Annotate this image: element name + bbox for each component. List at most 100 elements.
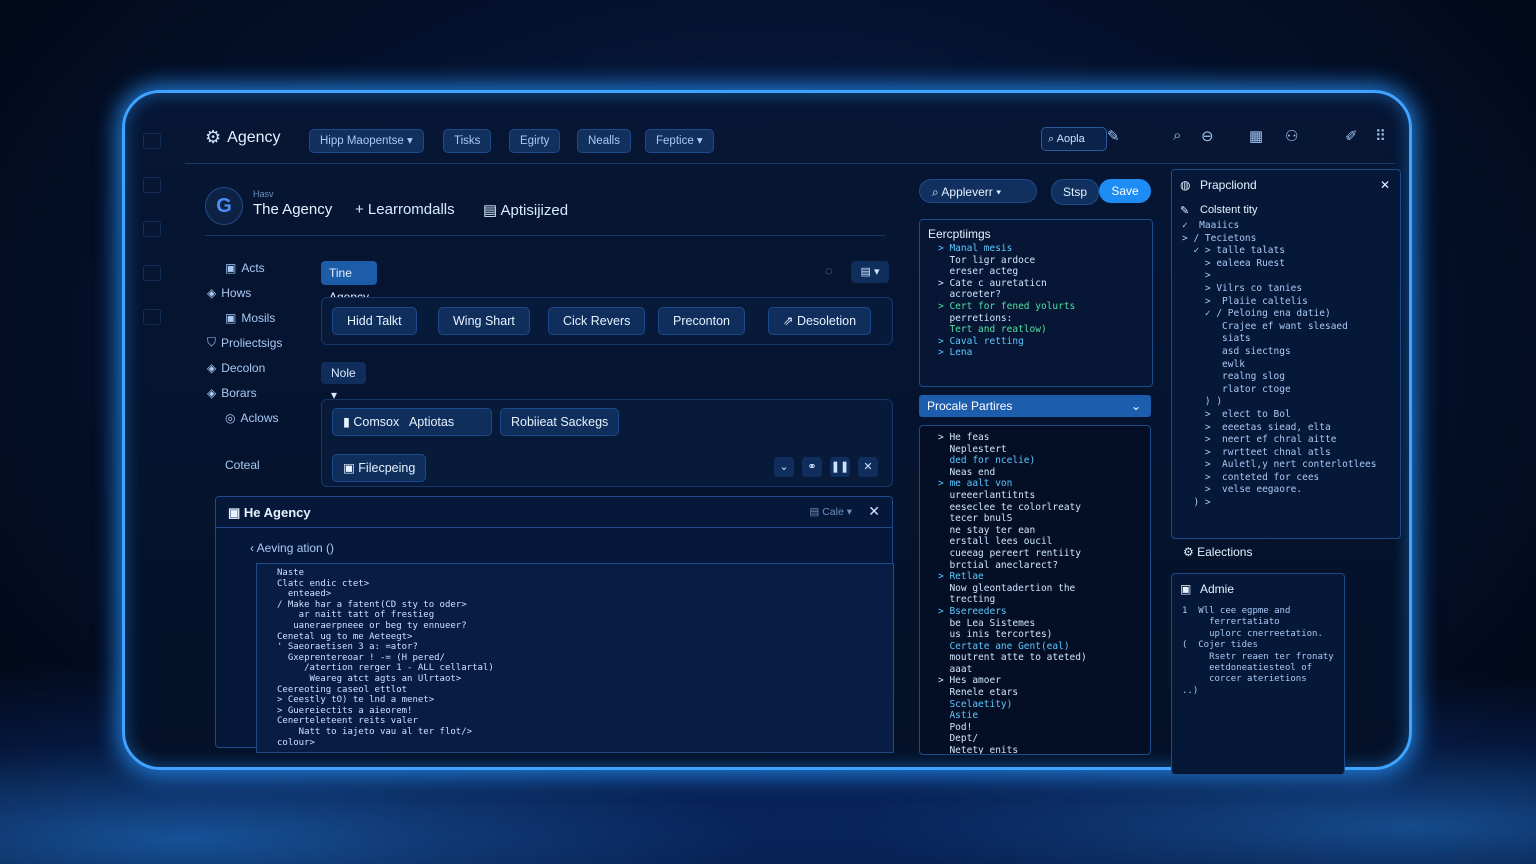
tree-line: > eeeetas siead, elta [1182, 421, 1331, 433]
tool-chip-filecpeing[interactable]: ▣ Filecpeing [332, 454, 427, 482]
tree-line: > / Tecietons [1182, 232, 1257, 244]
menu-item-2[interactable]: Egirty [509, 129, 561, 153]
palette-icon: ◍ [1180, 178, 1191, 192]
close-icon[interactable]: ✕ [868, 503, 880, 520]
page-title: The Agency [253, 201, 333, 218]
selections-header[interactable]: ⚙ Ealections [1183, 545, 1252, 559]
header-link-1[interactable]: + Learromdalls [355, 201, 455, 218]
table-icon[interactable]: ▦ [1249, 127, 1263, 145]
admin-title: ▣ Admie [1180, 582, 1235, 596]
code-line: ' Saeoraetisen 3 a: =ator? [277, 642, 418, 653]
tool-chip-sackegs[interactable]: Robiieat Sackegs [500, 408, 620, 436]
list-line: moutrent atte to ateted) [938, 652, 1087, 664]
tool-icon[interactable]: ✐ [1345, 127, 1358, 145]
users-icon[interactable]: ⚇ [1285, 127, 1298, 145]
list-panel[interactable]: > He feas Neplestert ded for ncelie) Nea… [919, 425, 1151, 755]
description-line: ereser acteg [938, 266, 1019, 278]
admin-line: 1 Wll cee egpme and [1182, 606, 1291, 616]
tree-line: ) ) [1182, 396, 1223, 408]
procale-partires-dropdown[interactable]: Procale Partires ⌄ [919, 395, 1151, 417]
code-line: Naste [277, 568, 305, 578]
sidebar-item-hows[interactable]: ◈ Hows [207, 280, 307, 305]
tool-chip-comsox[interactable]: ▮ Comsox Aptiotas [332, 408, 492, 436]
admin-line: Rsetr reaen ter fronaty [1182, 651, 1334, 662]
list-line: > Retlae [938, 571, 984, 583]
list-line: Netety enits [938, 745, 1019, 755]
list-line: > me aalt von [938, 478, 1013, 490]
sidebar-footer[interactable]: Coteal [207, 452, 307, 477]
sidebar-item-aclows[interactable]: ◎ Aclows [207, 405, 307, 430]
tree-line: > Vilrs co tanies [1182, 282, 1303, 294]
page-header: G Hasv The Agency + Learromdalls ▤ Aptis… [205, 185, 885, 236]
list-line: Renele etars [938, 687, 1019, 699]
doc-dropdown[interactable]: ▤ ▾ [851, 261, 889, 283]
brand-name: Agency [227, 128, 281, 146]
sidebar-item-acts[interactable]: ▣ Acts [207, 255, 307, 280]
sidebar-item-proliectsigs[interactable]: ⛉ Proliectsigs [207, 330, 307, 355]
refresh-icon[interactable]: ◌ [825, 263, 833, 278]
active-agency-chip[interactable]: Tine Agency [321, 261, 378, 304]
pencil-icon: ✎ [1180, 205, 1190, 217]
action-button-0[interactable]: Hidd Talkt [332, 307, 417, 335]
page-kicker: Hasv [253, 189, 274, 199]
menu-item-0[interactable]: Hipp Maopentse ▾ [309, 129, 424, 153]
apps-icon[interactable]: ⠿ [1375, 127, 1386, 145]
list-line: trecting [938, 594, 996, 606]
description-line: > Cate c auretaticn [938, 277, 1047, 289]
search-input[interactable]: ⌕ Aopla [1041, 127, 1107, 151]
list-line: Pod! [938, 721, 973, 733]
menu-item-3[interactable]: Nealls [577, 129, 631, 153]
list-line: Astie [938, 710, 979, 722]
left-rail [143, 133, 173, 353]
code-line: colour> [277, 737, 315, 748]
menu-item-1[interactable]: Tisks [443, 129, 492, 153]
tree-line: ) > [1182, 497, 1211, 509]
action-button-2[interactable]: Cick Revers [548, 307, 646, 335]
description-line: > Caval retting [938, 335, 1024, 347]
descriptions-title: Eercptiimgs [928, 227, 991, 241]
settings-icon[interactable] [143, 221, 161, 237]
link-icon[interactable]: ⚭ [802, 457, 822, 477]
tree-line: > neert ef chral aitte [1182, 434, 1337, 446]
panel-case-dropdown[interactable]: ▤ Cale ▾ [809, 506, 852, 518]
node-select[interactable]: Nole ▾ [321, 362, 366, 402]
chat-icon[interactable] [143, 265, 161, 281]
stop-button[interactable]: Stsp [1051, 179, 1099, 205]
zoom-icon[interactable]: ⊖ [1201, 127, 1214, 145]
tree-line: siats [1182, 333, 1251, 345]
search-dropdown-button[interactable]: ⌕ Appleverr ▾ [919, 179, 1037, 203]
folder-icon[interactable] [143, 177, 161, 193]
sidebar-item-decolon[interactable]: ◈ Decolon [207, 355, 307, 380]
action-button-4[interactable]: ⇗ Desoletion [768, 307, 872, 335]
code-editor[interactable]: Naste Clatc endic ctet> enteaed> / Make ha… [256, 563, 894, 753]
brand[interactable]: ⚙ Agency [205, 127, 281, 148]
tree-line: > conteted for cees [1182, 471, 1320, 483]
properties-item[interactable]: ✎ Colstent tity [1172, 196, 1400, 220]
save-button[interactable]: Save [1099, 179, 1151, 203]
close-icon[interactable]: ✕ [1380, 178, 1390, 192]
search-icon[interactable]: ⌕ [1173, 127, 1181, 144]
sidebar-item-mosils[interactable]: ▣ Mosils [207, 305, 307, 330]
sidebar-item-borars[interactable]: ◈ Borars [207, 380, 307, 405]
chevron-down-icon[interactable]: ⌄ [774, 457, 794, 477]
more-icon[interactable] [143, 309, 161, 325]
close-icon[interactable]: ✕ [858, 457, 878, 477]
menu-item-4[interactable]: Feptice ▾ [645, 129, 714, 153]
gear-logo-icon: ⚙ [205, 127, 222, 147]
code-line: Cenetal ug to me Aeteegt> [277, 631, 413, 642]
list-line: Certate ane Gent(eal) [938, 640, 1070, 652]
tree-line: realng slog [1182, 371, 1285, 383]
edit-icon[interactable]: ✎ [1107, 127, 1120, 145]
list-line: Dept/ [938, 733, 979, 745]
tree-line: > Auletl,y nert conterlotlees [1182, 459, 1377, 471]
action-button-3[interactable]: Preconton [658, 307, 745, 335]
list-line: eeseclee te colorlreaty [938, 501, 1081, 513]
action-toolbar: Hidd Talkt Wing Shart Cick Revers Precon… [321, 297, 893, 345]
grid-icon[interactable] [143, 133, 161, 149]
action-button-1[interactable]: Wing Shart [438, 307, 530, 335]
admin-icon: ▣ [1180, 582, 1192, 596]
sidebar: ▣ Acts ◈ Hows ▣ Mosils ⛉ Proliectsigs ◈ … [207, 255, 307, 477]
pause-icon[interactable]: ❚❚ [830, 457, 850, 477]
admin-line: corcer aterietions [1182, 674, 1307, 685]
header-link-2[interactable]: ▤ Aptisijized [483, 201, 568, 219]
